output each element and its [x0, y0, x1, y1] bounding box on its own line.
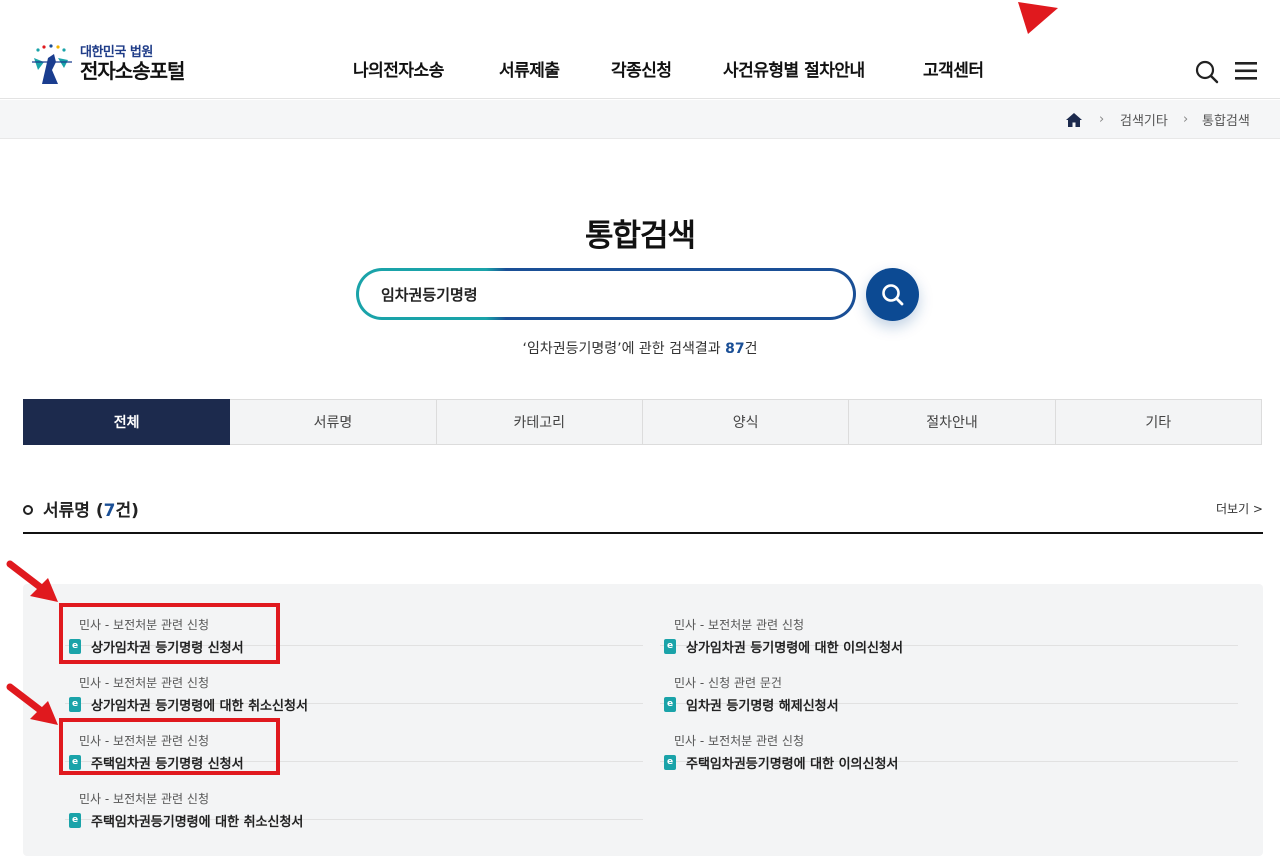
item-title[interactable]: 주택임차권등기명령에 대한 취소신청서 — [91, 811, 303, 830]
court-logo-icon — [28, 40, 76, 88]
list-item[interactable]: 민사 - 보전처분 관련 신청 e 주택임차권등기명령에 대한 이의신청서 — [660, 704, 1238, 772]
document-icon: e — [69, 813, 81, 828]
tab-document-name[interactable]: 서류명 — [230, 399, 437, 445]
circle-bullet-icon — [23, 505, 33, 515]
result-summary-text: ‘임차권등기명령’에 관한 검색결과 — [522, 341, 726, 357]
breadcrumb-item-search-etc[interactable]: 검색기타 — [1120, 100, 1168, 139]
search-result-summary: ‘임차권등기명령’에 관한 검색결과 87건 — [0, 338, 1280, 358]
item-category: 민사 - 보전처분 관련 신청 — [674, 734, 804, 748]
nav-my-e-litigation[interactable]: 나의전자소송 — [353, 56, 444, 81]
result-summary-suffix: 건 — [744, 341, 758, 357]
item-title[interactable]: 주택임차권등기명령에 대한 이의신청서 — [686, 753, 898, 772]
document-name-section-header: 서류명 (7건) 더보기 > — [23, 496, 1263, 534]
item-category: 민사 - 보전처분 관련 신청 — [674, 618, 804, 632]
annotation-arrow-icon — [6, 560, 60, 608]
breadcrumb: › 검색기타 › 통합검색 — [0, 100, 1280, 139]
tab-all[interactable]: 전체 — [23, 399, 231, 445]
nav-customer-center[interactable]: 고객센터 — [923, 56, 984, 81]
search-field[interactable] — [356, 268, 856, 320]
item-category: 민사 - 신청 관련 문건 — [674, 676, 782, 690]
tab-etc[interactable]: 기타 — [1055, 399, 1262, 445]
list-item[interactable]: 민사 - 보전처분 관련 신청 e 상가임차권 등기명령에 대한 이의신청서 — [660, 588, 1238, 656]
tab-form[interactable]: 양식 — [642, 399, 850, 445]
annotation-highlight-box — [59, 603, 280, 664]
result-category-tabs: 전체 서류명 카테고리 양식 절차안내 기타 — [23, 399, 1262, 445]
search-icon[interactable] — [1194, 59, 1220, 85]
list-item[interactable]: 민사 - 신청 관련 문건 e 임차권 등기명령 해제신청서 — [660, 646, 1238, 714]
section-count: 7 — [103, 501, 116, 521]
tab-category[interactable]: 카테고리 — [436, 399, 643, 445]
nav-document-submission[interactable]: 서류제출 — [499, 56, 560, 81]
document-icon: e — [664, 755, 676, 770]
search-submit-button[interactable] — [866, 268, 919, 321]
logo-subtitle: 대한민국 법원 — [80, 44, 153, 60]
nav-applications[interactable]: 각종신청 — [611, 56, 672, 81]
hamburger-menu-icon[interactable] — [1235, 61, 1259, 81]
result-count: 87 — [725, 341, 745, 357]
page-title: 통합검색 — [584, 218, 696, 254]
breadcrumb-item-integrated-search[interactable]: 통합검색 — [1202, 100, 1250, 139]
annotation-arrow-icon — [6, 683, 60, 731]
site-header: 대한민국 법원 전자소송포털 나의전자소송 서류제출 각종신청 사건유형별 절차… — [0, 0, 1280, 99]
logo-title: 전자소송포털 — [80, 59, 185, 84]
breadcrumb-separator-icon: › — [1183, 112, 1189, 127]
annotation-arrow-icon — [1018, 2, 1060, 40]
search-icon — [881, 283, 903, 305]
item-category: 민사 - 보전처분 관련 신청 — [79, 792, 209, 806]
site-logo[interactable]: 대한민국 법원 전자소송포털 — [28, 40, 185, 88]
item-category: 민사 - 보전처분 관련 신청 — [79, 676, 209, 690]
more-link[interactable]: 더보기 > — [1216, 500, 1263, 517]
search-input[interactable] — [381, 285, 821, 303]
nav-procedure-guide[interactable]: 사건유형별 절차안내 — [723, 56, 865, 81]
tab-procedure-guide[interactable]: 절차안내 — [849, 399, 1056, 445]
breadcrumb-separator-icon: › — [1099, 112, 1105, 127]
section-title: 서류명 (7건) — [43, 501, 139, 521]
home-icon[interactable] — [1065, 100, 1083, 139]
annotation-highlight-box — [59, 718, 280, 775]
